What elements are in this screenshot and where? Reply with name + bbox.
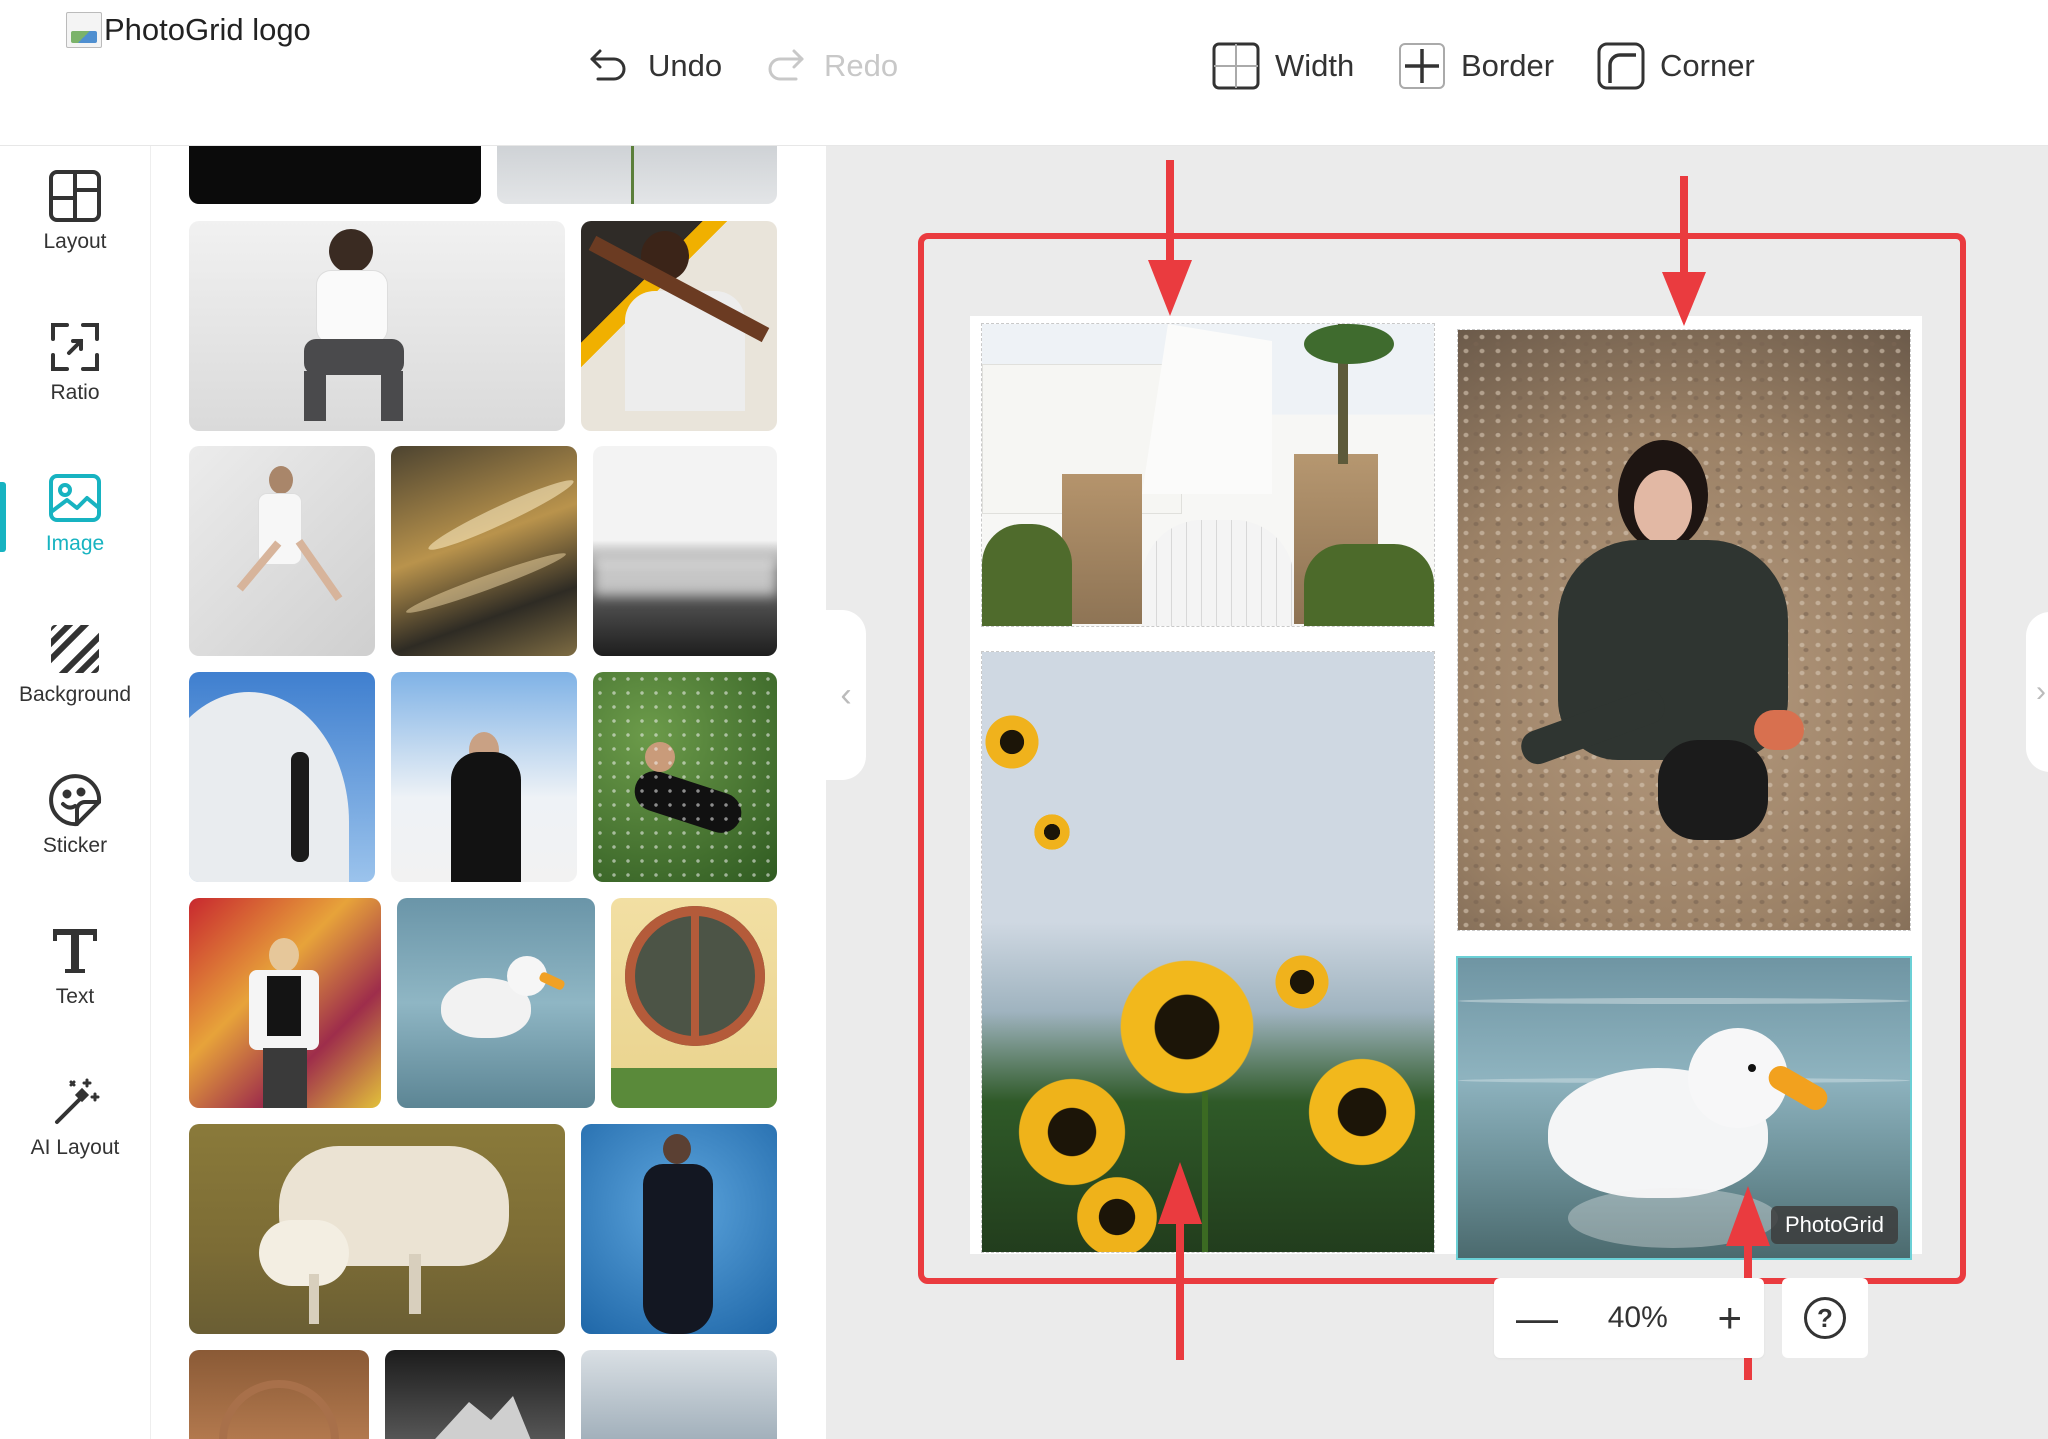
gallery-image[interactable]: [391, 672, 577, 882]
gallery-image[interactable]: [397, 898, 595, 1108]
gallery-image[interactable]: [593, 446, 777, 656]
sidebar-item-label: AI Layout: [30, 1136, 120, 1159]
sidebar-item-layout[interactable]: Layout: [0, 146, 150, 286]
expand-right-panel-button[interactable]: ›: [2026, 612, 2048, 772]
sidebar-item-label: Ratio: [50, 381, 100, 404]
sidebar-item-label: Sticker: [42, 834, 108, 857]
gallery-image[interactable]: [189, 146, 481, 204]
sidebar-item-image[interactable]: Image: [0, 448, 150, 588]
chevron-left-icon: ‹: [840, 675, 852, 714]
collage-cell[interactable]: [1457, 329, 1911, 931]
sidebar-item-background[interactable]: Background: [0, 599, 150, 739]
layout-icon: [49, 170, 101, 222]
collage-cell[interactable]: PhotoGrid: [1456, 956, 1912, 1260]
undo-icon: [590, 49, 626, 81]
undo-label: Undo: [648, 48, 723, 83]
corner-icon: [1597, 42, 1645, 90]
gallery-image[interactable]: [611, 898, 777, 1108]
text-icon: [53, 929, 97, 973]
sidebar-item-ai-layout[interactable]: AI Layout: [0, 1052, 150, 1192]
sticker-icon: [49, 774, 102, 827]
border-button[interactable]: Border: [1397, 36, 1554, 96]
gallery-image[interactable]: [189, 1124, 565, 1334]
gallery-image[interactable]: [189, 898, 381, 1108]
width-button[interactable]: Width: [1211, 36, 1354, 96]
background-icon: [51, 625, 99, 673]
zoom-level: 40%: [1607, 1301, 1668, 1334]
gallery-image[interactable]: [581, 1350, 777, 1439]
collapse-panel-button[interactable]: ‹: [826, 610, 866, 780]
image-gallery: [151, 146, 826, 1439]
collage-canvas: PhotoGrid: [970, 316, 1922, 1260]
top-toolbar: PhotoGrid logo Undo Redo Width Border Co…: [0, 0, 2048, 146]
sidebar-item-text[interactable]: Text: [0, 901, 150, 1041]
left-sidebar: Layout Ratio Image Background Sticker Te…: [0, 146, 151, 1439]
border-icon: [1399, 43, 1445, 89]
gallery-image[interactable]: [497, 146, 777, 204]
width-label: Width: [1275, 48, 1355, 83]
ai-layout-icon: [55, 1078, 100, 1124]
ratio-icon: [51, 323, 99, 371]
plus-icon[interactable]: +: [1717, 1297, 1742, 1339]
sidebar-item-label: Layout: [43, 230, 107, 253]
help-icon: ?: [1804, 1297, 1846, 1339]
photogrid-watermark: PhotoGrid: [1770, 1206, 1898, 1244]
broken-image-icon: [66, 12, 102, 48]
collage-cell[interactable]: [981, 651, 1435, 1253]
image-icon: [49, 474, 101, 522]
logo-alt-text: PhotoGrid logo: [104, 12, 311, 47]
gallery-image[interactable]: [189, 446, 375, 656]
redo-button[interactable]: Redo: [760, 36, 898, 96]
sidebar-item-label: Text: [55, 985, 95, 1008]
corner-button[interactable]: Corner: [1596, 36, 1755, 96]
help-button[interactable]: ?: [1782, 1278, 1868, 1358]
minus-icon[interactable]: —: [1516, 1297, 1558, 1339]
sidebar-item-ratio[interactable]: Ratio: [0, 297, 150, 437]
border-label: Border: [1461, 48, 1555, 83]
chevron-right-icon: ›: [2036, 675, 2046, 708]
sidebar-item-label: Image: [45, 532, 105, 555]
width-icon: [1212, 42, 1260, 90]
undo-button[interactable]: Undo: [584, 36, 722, 96]
collage-cell[interactable]: [981, 323, 1435, 627]
gallery-image[interactable]: [593, 672, 777, 882]
sidebar-item-sticker[interactable]: Sticker: [0, 750, 150, 890]
redo-icon: [768, 49, 804, 81]
gallery-image[interactable]: [581, 1124, 777, 1334]
sidebar-item-label: Background: [18, 683, 132, 706]
zoom-control: — 40% +: [1494, 1278, 1764, 1358]
gallery-image[interactable]: [189, 672, 375, 882]
photogrid-logo[interactable]: PhotoGrid logo: [66, 12, 311, 48]
gallery-image[interactable]: [189, 221, 565, 431]
gallery-image[interactable]: [385, 1350, 565, 1439]
redo-label: Redo: [824, 48, 899, 83]
gallery-image[interactable]: [189, 1350, 369, 1439]
corner-label: Corner: [1660, 48, 1755, 83]
gallery-image[interactable]: [391, 446, 577, 656]
gallery-image[interactable]: [581, 221, 777, 431]
